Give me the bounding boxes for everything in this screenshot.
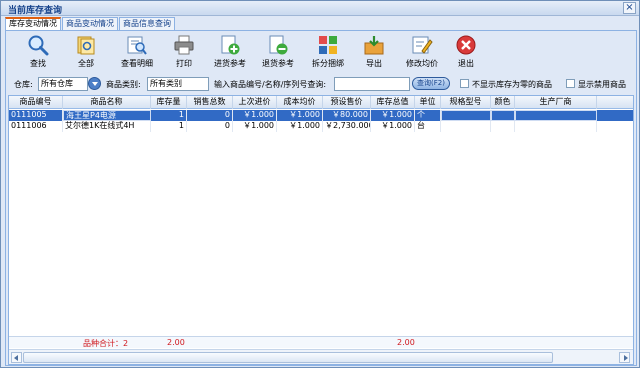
table-row[interactable]: 0111006 艾尔德1K在线式4H 1 0 ￥1.000 ￥1.000 ￥2,… xyxy=(9,121,633,132)
export-icon xyxy=(364,36,384,55)
close-button[interactable]: × xyxy=(623,2,636,14)
warehouse-dropdown-icon[interactable] xyxy=(88,77,101,90)
show-disabled-checkbox[interactable] xyxy=(566,79,575,88)
inventory-grid: 商品编号 商品名称 库存量 销售总数 上次进价 成本均价 预设售价 库存总值 单… xyxy=(8,95,634,365)
column-header-avg-cost[interactable]: 成本均价 xyxy=(277,96,323,109)
hide-zero-stock-label: 不显示库存为零的商品 xyxy=(472,80,552,89)
cell-stock: 1 xyxy=(151,110,187,121)
column-header-name[interactable]: 商品名称 xyxy=(63,96,151,109)
cell-color xyxy=(491,110,515,121)
edit-price-icon xyxy=(412,36,433,54)
print-button[interactable]: 打印 xyxy=(164,34,204,72)
cell-unit: 个 xyxy=(415,110,441,121)
view-detail-button[interactable]: 查看明细 xyxy=(112,34,162,72)
column-header-total-value[interactable]: 库存总值 xyxy=(371,96,415,109)
query-button[interactable]: 查询(F2) xyxy=(412,77,450,90)
filter-bar: 仓库: 所有仓库 商品类别: 所有类别 输入商品编号/名称/序列号查询: 查询(… xyxy=(6,76,636,92)
export-button[interactable]: 导出 xyxy=(354,34,394,72)
cell-maker xyxy=(515,121,597,132)
category-label: 商品类别: xyxy=(106,80,141,89)
search-input[interactable] xyxy=(334,77,410,91)
summary-count: 品种合计：2 xyxy=(83,339,129,348)
cell-total-value: ￥1.000 xyxy=(371,121,415,132)
cell-sold: 0 xyxy=(187,110,233,121)
cell-total-value: ￥1.000 xyxy=(371,110,415,121)
tab-strip: 库存变动情况 商品变动情况 商品信息查询 xyxy=(5,17,176,30)
cell-avg-cost: ￥1.000 xyxy=(277,121,323,132)
search-label: 输入商品编号/名称/序列号查询: xyxy=(214,80,327,89)
cell-spec xyxy=(441,110,491,121)
column-header-color[interactable]: 颜色 xyxy=(491,96,515,109)
return-reference-icon xyxy=(269,35,288,55)
cell-name: 海王星P4电源 xyxy=(63,110,151,121)
all-documents-icon xyxy=(77,36,95,55)
scroll-right-icon[interactable] xyxy=(619,352,630,363)
scrollbar-thumb[interactable] xyxy=(23,352,553,363)
table-row[interactable]: 0111005 海王星P4电源 1 0 ￥1.000 ￥1.000 ￥80.00… xyxy=(9,110,633,121)
cell-spec xyxy=(441,121,491,132)
scroll-left-icon[interactable] xyxy=(11,352,22,363)
column-header-maker[interactable]: 生产厂商 xyxy=(515,96,597,109)
category-select[interactable]: 所有类别 xyxy=(147,77,209,91)
column-header-filler xyxy=(597,96,633,109)
window-title: 当前库存查询 xyxy=(8,6,63,16)
cell-avg-cost: ￥1.000 xyxy=(277,110,323,121)
split-bundle-icon xyxy=(319,36,337,54)
warehouse-label: 仓库: xyxy=(14,80,33,89)
column-header-last-price[interactable]: 上次进价 xyxy=(233,96,277,109)
warehouse-select[interactable]: 所有仓库 xyxy=(38,77,88,91)
column-header-code[interactable]: 商品编号 xyxy=(9,96,63,109)
cell-code: 0111006 xyxy=(9,121,63,132)
tab-panel: 查找 全部 查看明细 打印 进货参考 退货参考 拆分捆绑 导出 修改均价 退出 … xyxy=(5,30,637,366)
column-header-unit[interactable]: 单位 xyxy=(415,96,441,109)
printer-icon xyxy=(174,35,194,55)
view-detail-icon xyxy=(127,36,147,55)
edit-average-price-button[interactable]: 修改均价 xyxy=(398,34,446,72)
cell-maker xyxy=(515,110,597,121)
grid-summary-row: 品种合计：2 2.00 2.00 xyxy=(9,336,633,348)
tab-stock-changes[interactable]: 库存变动情况 xyxy=(5,17,61,30)
exit-button[interactable]: 退出 xyxy=(446,34,486,72)
tab-product-info[interactable]: 商品信息查询 xyxy=(119,17,175,30)
column-header-sold[interactable]: 销售总数 xyxy=(187,96,233,109)
cell-preset-price: ￥80.000 xyxy=(323,110,371,121)
summary-value-total: 2.00 xyxy=(397,338,415,347)
summary-stock-total: 2.00 xyxy=(167,338,185,347)
inventory-query-window: 当前库存查询 × 库存变动情况 商品变动情况 商品信息查询 查找 全部 查看明细… xyxy=(0,0,640,368)
purchase-reference-button[interactable]: 进货参考 xyxy=(206,34,254,72)
toolbar: 查找 全部 查看明细 打印 进货参考 退货参考 拆分捆绑 导出 修改均价 退出 xyxy=(6,31,636,73)
title-bar: 当前库存查询 × xyxy=(1,1,639,16)
horizontal-scrollbar[interactable] xyxy=(9,349,633,364)
exit-icon xyxy=(456,35,476,55)
cell-name: 艾尔德1K在线式4H xyxy=(63,121,151,132)
purchase-reference-icon xyxy=(221,35,240,55)
cell-last-price: ￥1.000 xyxy=(233,110,277,121)
cell-sold: 0 xyxy=(187,121,233,132)
cell-code: 0111005 xyxy=(9,110,63,121)
column-header-stock[interactable]: 库存量 xyxy=(151,96,187,109)
cell-stock: 1 xyxy=(151,121,187,132)
find-button[interactable]: 查找 xyxy=(18,34,58,72)
cell-last-price: ￥1.000 xyxy=(233,121,277,132)
split-bundle-button[interactable]: 拆分捆绑 xyxy=(304,34,352,72)
show-disabled-label: 显示禁用商品 xyxy=(578,80,626,89)
cell-preset-price: ￥2,730.000 xyxy=(325,121,371,132)
hide-zero-stock-checkbox[interactable] xyxy=(460,79,469,88)
column-header-spec[interactable]: 规格型号 xyxy=(441,96,491,109)
cell-unit: 台 xyxy=(415,121,441,132)
show-all-button[interactable]: 全部 xyxy=(66,34,106,72)
cell-color xyxy=(491,121,515,132)
column-header-preset-price[interactable]: 预设售价 xyxy=(323,96,371,109)
return-reference-button[interactable]: 退货参考 xyxy=(254,34,302,72)
tab-product-changes[interactable]: 商品变动情况 xyxy=(62,17,118,30)
magnifier-icon xyxy=(28,35,49,56)
grid-header: 商品编号 商品名称 库存量 销售总数 上次进价 成本均价 预设售价 库存总值 单… xyxy=(9,96,633,109)
